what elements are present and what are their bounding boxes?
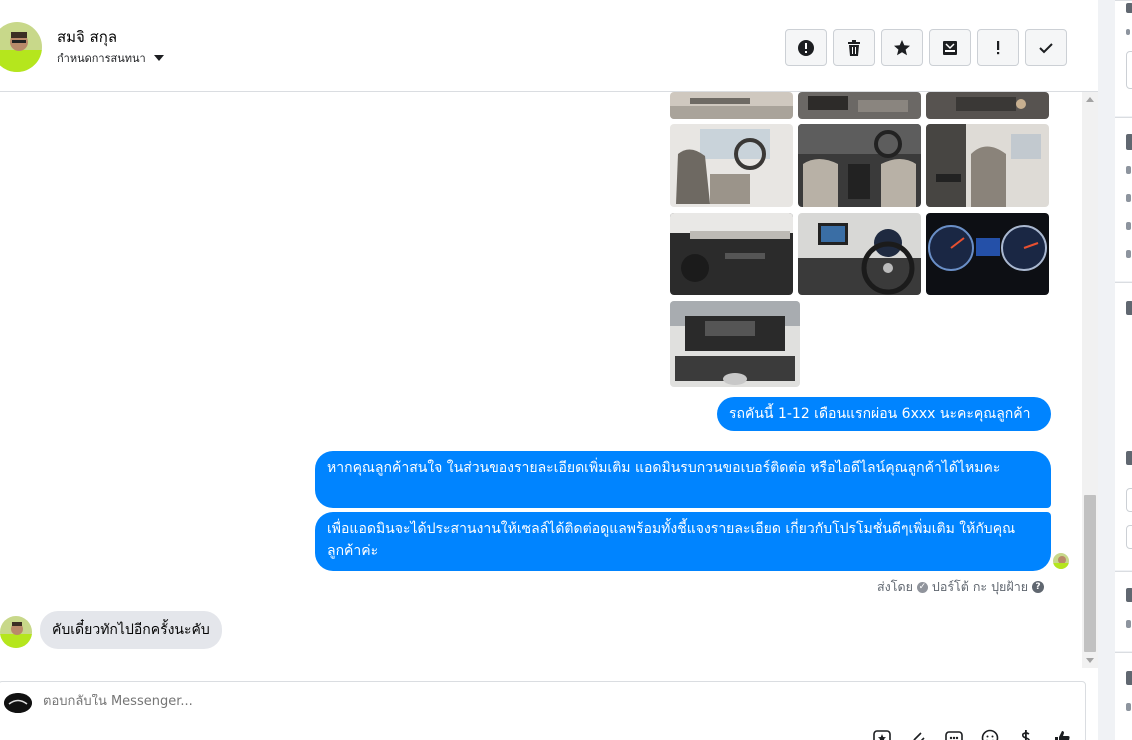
emoji-icon — [981, 729, 999, 740]
messenger-inbox: สมจิ สกุล กำหนดการสนทนา รถคันนี้ 1-12 เด… — [0, 0, 1132, 740]
outgoing-message[interactable]: รถคันนี้ 1-12 เดือนแรกผ่อน 6xxx นะคะคุณล… — [717, 397, 1051, 431]
sent-by-label: ส่งโดย — [877, 579, 913, 594]
like-button[interactable] — [1053, 729, 1071, 740]
car-photo-gauges[interactable] — [926, 213, 1049, 295]
car-photo-dashboard[interactable] — [798, 213, 921, 295]
outgoing-message[interactable]: หากคุณลูกค้าสนใจ ในส่วนของรายละเอียดเพิ่… — [315, 451, 1051, 508]
gif-icon — [945, 731, 963, 740]
report-spam-button[interactable] — [785, 29, 827, 66]
sent-by-info: ส่งโดย ✓ ปอร์โต้ กะ ปุยฝ้าย ? — [877, 577, 1045, 597]
archive-icon — [943, 40, 957, 55]
scrollbar-thumb[interactable] — [1084, 495, 1096, 652]
delete-button[interactable] — [833, 29, 875, 66]
star-icon — [894, 39, 910, 55]
car-photo-rear-seat[interactable] — [926, 124, 1049, 207]
archive-button[interactable] — [929, 29, 971, 66]
reply-input[interactable] — [43, 694, 743, 709]
info-card — [1115, 117, 1132, 281]
scroll-down-icon[interactable] — [1086, 658, 1094, 663]
car-photo-door-panel[interactable] — [670, 213, 793, 295]
message-scrollbar[interactable] — [1082, 92, 1098, 668]
seen-avatar — [1053, 553, 1069, 569]
car-photo-front-seat[interactable] — [670, 124, 793, 207]
message-text: หากคุณลูกค้าสนใจ ในส่วนของรายละเอียดเพิ่… — [327, 460, 1001, 476]
saved-reply-icon — [873, 730, 891, 740]
page-logo — [4, 693, 32, 713]
verified-icon: ✓ — [916, 581, 928, 593]
info-card — [1115, 282, 1132, 570]
mark-done-button[interactable] — [1025, 29, 1067, 66]
attach-button[interactable] — [909, 729, 927, 740]
contact-name[interactable]: สมจิ สกุล — [57, 25, 117, 49]
sent-by-name[interactable]: ปอร์โต้ กะ ปุยฝ้าย — [932, 577, 1028, 597]
exclamation-icon — [997, 40, 1000, 54]
conversation-setting-label: กำหนดการสนทนา — [57, 52, 146, 65]
conversation-header: สมจิ สกุล กำหนดการสนทนา — [0, 0, 1100, 92]
message-text: รถคันนี้ 1-12 เดือนแรกผ่อน 6xxx นะคะคุณล… — [729, 406, 1031, 422]
outgoing-message[interactable]: เพื่อแอดมินจะได้ประสานงานให้เซลล์ได้ติดต… — [315, 512, 1051, 571]
paperclip-icon — [913, 732, 925, 740]
gif-button[interactable] — [945, 729, 963, 740]
header-actions — [785, 29, 1067, 66]
conversation-setting-dropdown[interactable]: กำหนดการสนทนา — [57, 49, 164, 67]
saved-reply-button[interactable] — [873, 729, 891, 740]
incoming-message[interactable]: คับเดี๋ยวทักไปอีกครั้งนะคับ — [40, 611, 222, 649]
caret-down-icon — [153, 55, 164, 61]
emoji-button[interactable] — [981, 729, 999, 740]
scroll-up-icon[interactable] — [1086, 97, 1094, 102]
info-card — [1115, 571, 1132, 651]
car-photo-engine[interactable] — [670, 301, 800, 387]
alert-circle-icon — [798, 39, 814, 56]
info-card — [1115, 652, 1132, 740]
info-card — [1115, 0, 1132, 116]
car-photo-interior-3[interactable] — [926, 92, 1049, 119]
car-photo-interior-2[interactable] — [798, 92, 921, 119]
car-photo-cabin[interactable] — [798, 124, 921, 207]
car-photo-interior-1[interactable] — [670, 92, 793, 119]
check-icon — [1039, 42, 1053, 53]
payment-button[interactable] — [1017, 729, 1035, 740]
trash-icon — [848, 39, 860, 56]
currency-icon — [1022, 730, 1030, 740]
message-text: เพื่อแอดมินจะได้ประสานงานให้เซลล์ได้ติดต… — [327, 521, 1016, 559]
contact-avatar-small[interactable] — [0, 616, 32, 648]
thumbs-up-icon — [1055, 731, 1070, 740]
contact-avatar[interactable] — [0, 22, 42, 72]
help-icon[interactable]: ? — [1032, 581, 1045, 593]
message-text: คับเดี๋ยวทักไปอีกครั้งนะคับ — [52, 622, 210, 638]
mark-important-button[interactable] — [977, 29, 1019, 66]
star-button[interactable] — [881, 29, 923, 66]
